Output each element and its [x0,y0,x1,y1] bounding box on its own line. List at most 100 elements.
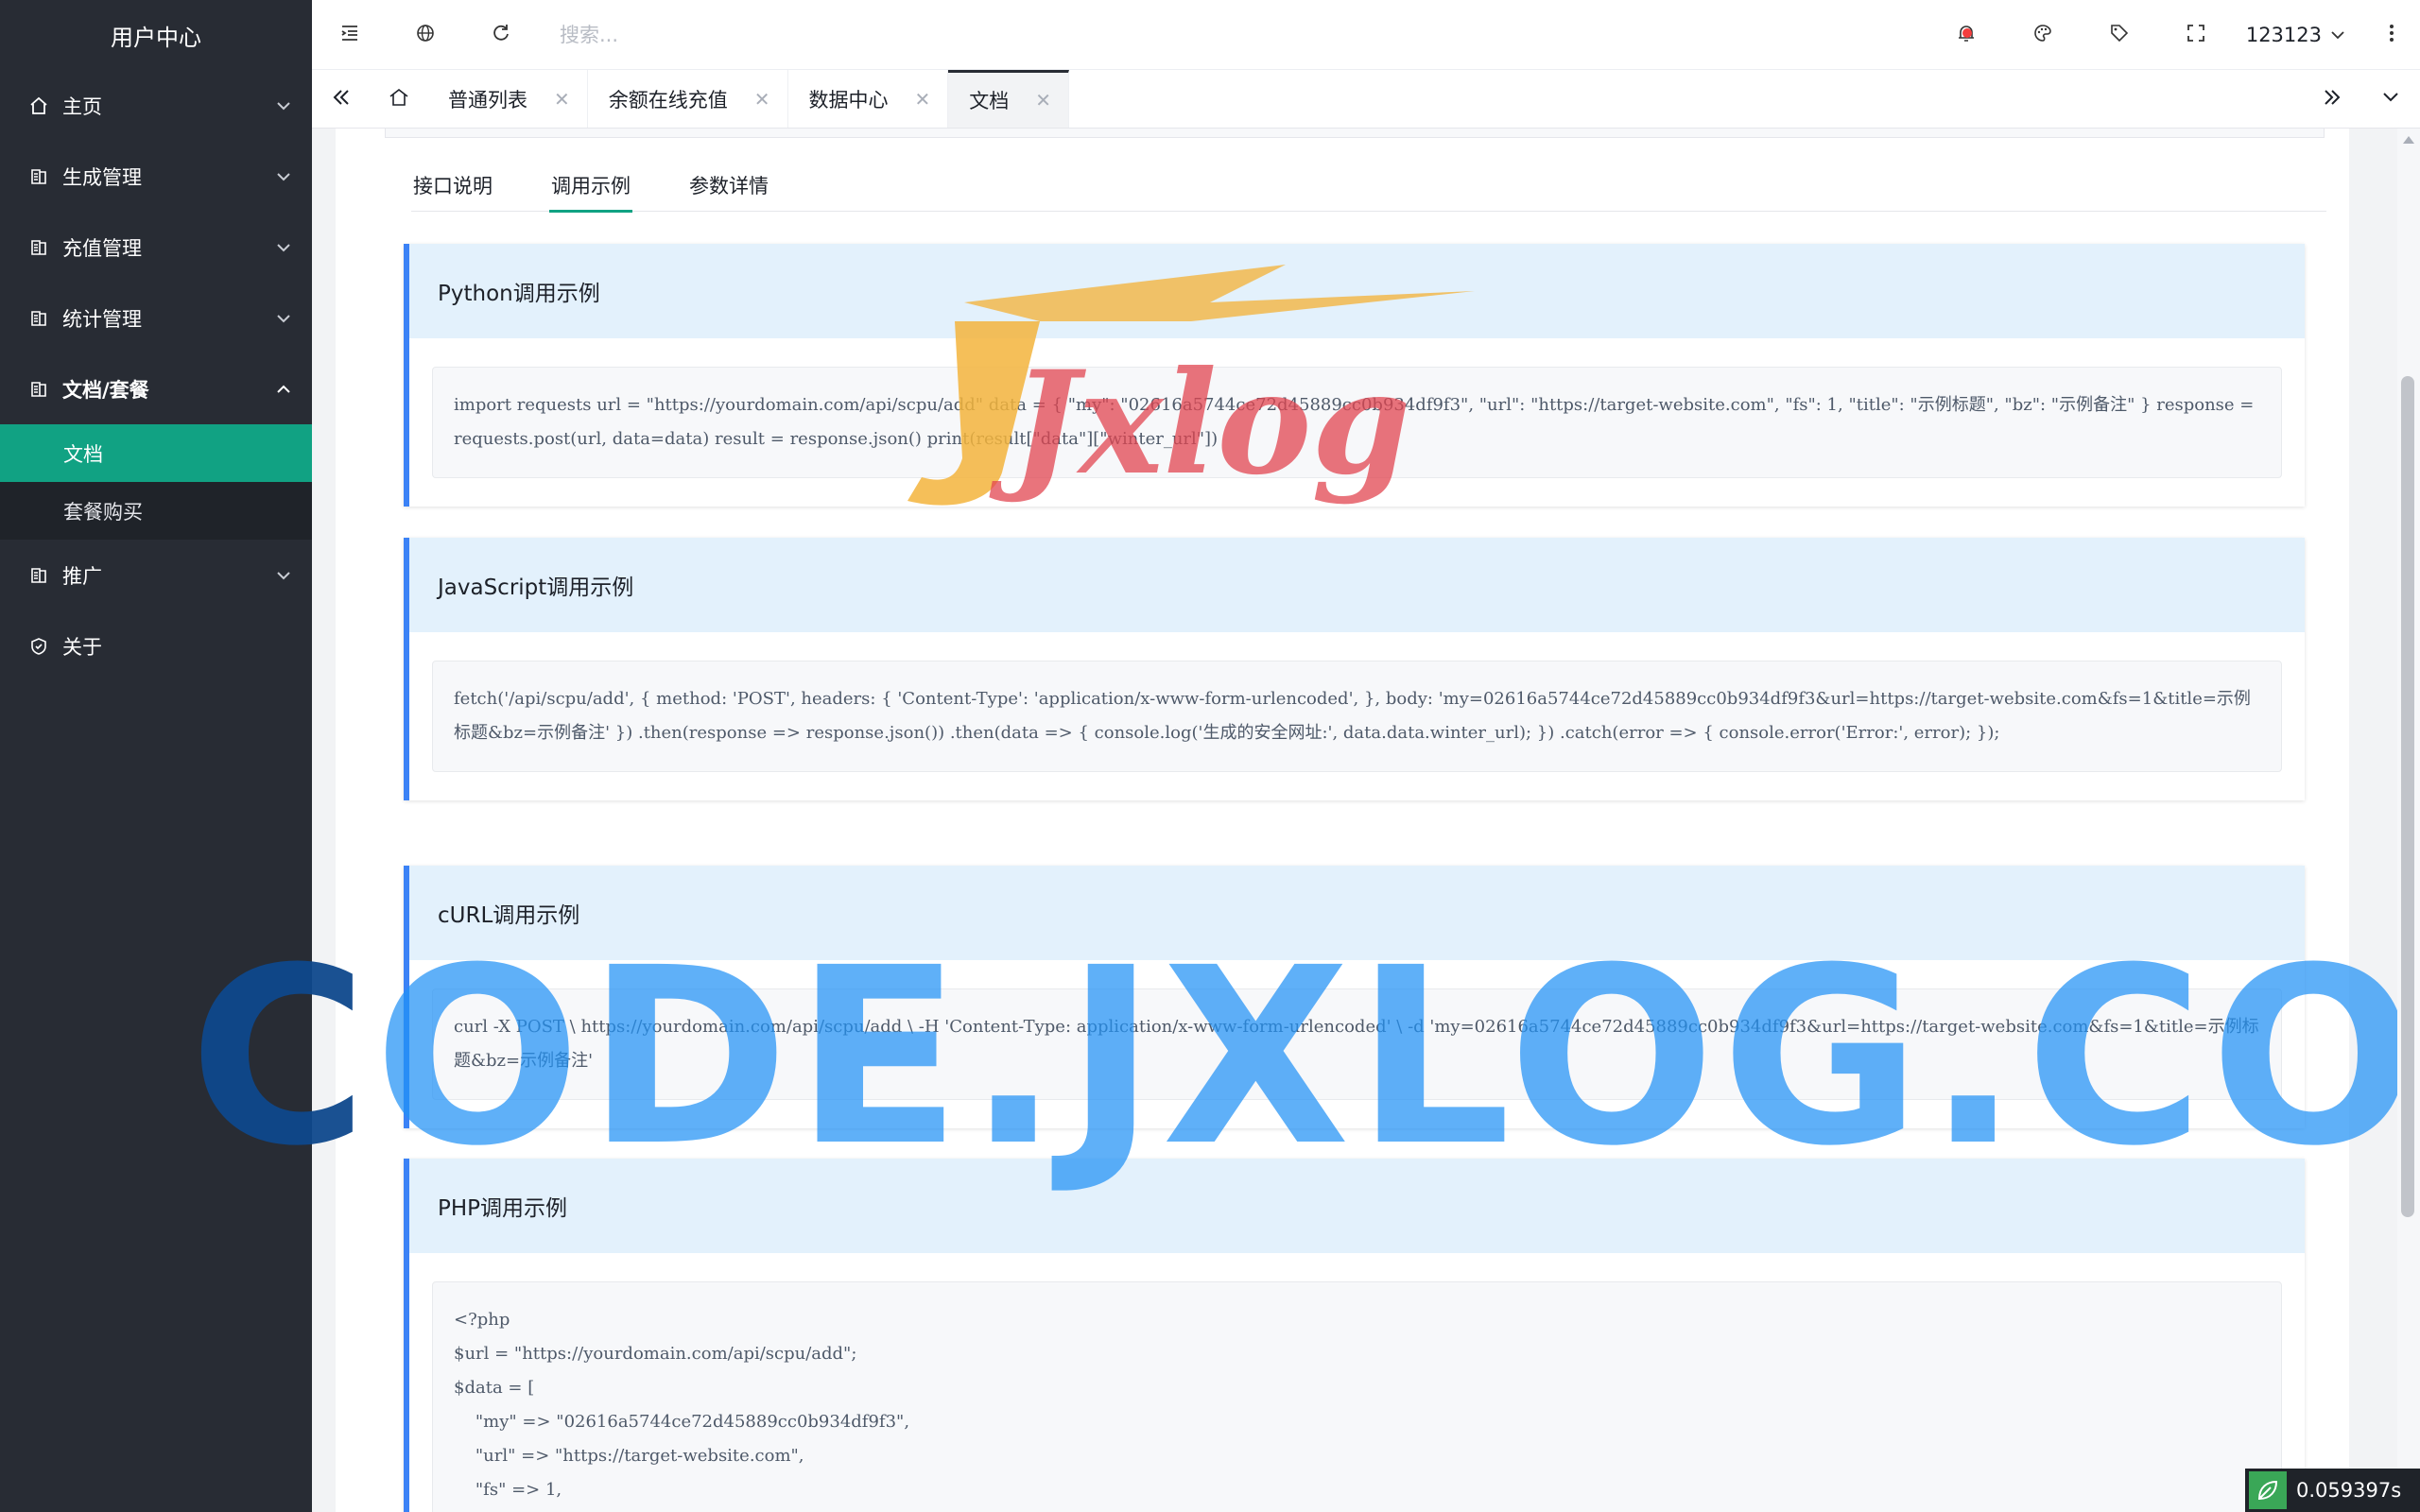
refresh-icon [491,23,511,47]
leaf-icon [2249,1471,2287,1509]
sidebar-item-statistics[interactable]: 统计管理 [0,283,312,353]
curl-example: cURL调用示例 curl -X POST \ https://yourdoma… [404,866,2305,1128]
javascript-example: JavaScript调用示例 fetch('/api/scpu/add', { … [404,538,2305,800]
tab-bar: 普通列表 ✕ 余额在线充值 ✕ 数据中心 ✕ 文档 ✕ [312,70,2420,129]
document-icon [28,166,49,187]
doc-tab-api-description[interactable]: 接口说明 [411,159,494,212]
close-icon[interactable]: ✕ [915,88,931,111]
sidebar-item-label: 文档/套餐 [62,378,149,402]
scrollbar-thumb[interactable] [2401,376,2414,1217]
sidebar-item-label: 主页 [62,94,102,118]
tabs-scroll-left-button[interactable] [312,70,371,128]
sidebar-subitem-package-purchase[interactable]: 套餐购买 [0,482,312,540]
sidebar-subitem-docs[interactable]: 文档 [0,424,312,482]
document-icon [28,379,49,400]
close-icon[interactable]: ✕ [754,88,770,111]
chevron-down-icon [2380,87,2401,112]
menu-fold-icon [339,23,360,47]
tag-icon [2109,23,2130,47]
palette-icon [2032,23,2053,47]
tab-bar-actions [2303,70,2420,129]
php-example: PHP调用示例 <?php $url = "https://yourdomain… [404,1159,2305,1512]
sidebar-submenu: 文档 套餐购买 [0,424,312,540]
document-icon [28,565,49,586]
fullscreen-icon [2186,23,2206,47]
notification-button[interactable] [1928,0,2005,70]
doc-tab-parameter-details[interactable]: 参数详情 [687,159,770,212]
tab-docs[interactable]: 文档 ✕ [948,70,1070,128]
shield-check-icon [28,636,49,657]
document-icon [28,237,49,258]
close-icon[interactable]: ✕ [1035,89,1051,112]
language-button[interactable] [388,0,463,70]
double-chevron-left-icon [331,87,352,112]
chevron-down-icon [274,167,293,186]
sidebar-item-label: 统计管理 [62,307,142,331]
chevron-down-icon [274,566,293,585]
notification-dot [1962,28,1972,38]
chevron-down-icon [274,96,293,115]
tab-normal-list[interactable]: 普通列表 ✕ [427,70,588,128]
chevron-up-icon [274,380,293,399]
sidebar-item-label: 生成管理 [62,165,142,189]
chevron-down-icon [2329,26,2346,43]
document-icon [28,308,49,329]
doc-tabs: 接口说明 调用示例 参数详情 [411,159,2326,213]
menu-fold-button[interactable] [312,0,388,70]
tab-data-center[interactable]: 数据中心 ✕ [788,70,949,128]
sidebar-item-home[interactable]: 主页 [0,70,312,141]
doc-tab-call-examples[interactable]: 调用示例 [549,159,632,213]
home-icon [389,87,409,112]
close-icon[interactable]: ✕ [554,88,570,111]
theme-button[interactable] [2005,0,2082,70]
code-block: import requests url = "https://yourdomai… [432,367,2282,478]
timer-value: 0.059397s [2296,1479,2402,1502]
header-actions: 123123 [1928,0,2420,70]
doc-card: 接口说明 调用示例 参数详情 Python调用示例 import request… [336,129,2349,1512]
sidebar-item-label: 充值管理 [62,236,142,260]
home-icon [28,95,49,116]
tab-balance-recharge[interactable]: 余额在线充值 ✕ [588,70,788,128]
vertical-scrollbar[interactable] [2397,129,2420,1512]
python-example: Python调用示例 import requests url = "https:… [404,244,2305,507]
example-title: JavaScript调用示例 [409,538,2305,632]
tab-label: 普通列表 [448,88,527,112]
tab-label: 数据中心 [808,88,889,112]
chevron-down-icon [274,238,293,257]
tab-label: 文档 [969,90,1010,112]
sidebar-item-promotion[interactable]: 推广 [0,540,312,610]
tabs-menu-button[interactable] [2361,70,2420,129]
top-panel-edge [385,129,2325,138]
tabs-scroll-right-button[interactable] [2303,70,2361,129]
user-menu[interactable]: 123123 [2235,24,2363,46]
code-block: <?php $url = "https://yourdomain.com/api… [432,1281,2282,1512]
more-vertical-icon [2389,23,2394,47]
globe-icon [415,23,436,47]
sidebar-item-about[interactable]: 关于 [0,610,312,681]
more-button[interactable] [2363,0,2420,70]
tab-home[interactable] [371,70,427,128]
scroll-up-arrow-icon[interactable] [2403,136,2414,144]
page-timer-badge: 0.059397s [2245,1469,2420,1512]
username: 123123 [2245,24,2322,46]
search-input[interactable] [560,23,1032,46]
app-root: 用户中心 主页 生成管理 充值管理 统计管理 文档/套餐 文档 套餐购买 推广 … [0,0,2420,1512]
tab-label: 余额在线充值 [608,88,728,112]
search-box [560,16,1032,54]
code-block: fetch('/api/scpu/add', { method: 'POST',… [432,661,2282,772]
sidebar-item-recharge[interactable]: 充值管理 [0,212,312,283]
sidebar-item-generate[interactable]: 生成管理 [0,141,312,212]
sidebar-item-docs-packages[interactable]: 文档/套餐 [0,353,312,424]
example-title: Python调用示例 [409,244,2305,338]
code-block: curl -X POST \ https://yourdomain.com/ap… [432,988,2282,1100]
refresh-button[interactable] [463,0,539,70]
sidebar: 用户中心 主页 生成管理 充值管理 统计管理 文档/套餐 文档 套餐购买 推广 … [0,0,312,1512]
sidebar-item-label: 关于 [62,635,102,659]
double-chevron-right-icon [2322,87,2342,112]
example-title: PHP调用示例 [409,1159,2305,1253]
main-content: 接口说明 调用示例 参数详情 Python调用示例 import request… [312,129,2420,1512]
tag-button[interactable] [2082,0,2158,70]
top-header: 123123 [312,0,2420,70]
fullscreen-button[interactable] [2158,0,2235,70]
sidebar-item-label: 推广 [62,564,102,588]
